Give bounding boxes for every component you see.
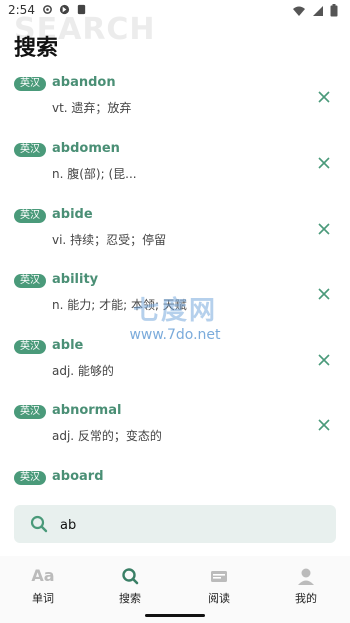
tab-label: 阅读: [208, 592, 230, 605]
word: abdomen: [52, 141, 120, 156]
wifi-icon: [293, 6, 305, 16]
tab-label: 搜索: [119, 592, 141, 605]
close-icon[interactable]: [316, 89, 332, 105]
system-icons: [292, 4, 338, 17]
close-icon[interactable]: [316, 286, 332, 302]
tab-search[interactable]: 搜索: [100, 566, 160, 610]
definition: vi. 持续；忍受；停留: [52, 233, 167, 247]
definition: adj. 能够的: [52, 364, 114, 378]
dict-tag: 英汉: [14, 405, 46, 419]
list-item[interactable]: 英汉 abnormal adj. 反常的；变态的: [0, 403, 350, 471]
page-title: 搜索: [14, 36, 59, 61]
list-item[interactable]: 英汉 abdomen n. 腹(部); (昆...: [0, 141, 350, 209]
list-item[interactable]: 英汉 abandon vt. 遗弃；放弃: [0, 75, 350, 143]
close-icon[interactable]: [316, 155, 332, 171]
list-item[interactable]: 英汉 able adj. 能够的: [0, 338, 350, 406]
tab-reading[interactable]: 阅读: [189, 566, 249, 610]
bottom-nav: Aa 单词 搜索 阅读 我的: [0, 556, 350, 623]
search-bar[interactable]: [14, 505, 336, 545]
definition: n. 能力; 才能; 本领; 天赋: [52, 298, 187, 312]
dict-tag: 英汉: [14, 77, 46, 91]
dict-tag: 英汉: [14, 274, 46, 288]
tab-words[interactable]: Aa 单词: [13, 566, 73, 610]
user-icon: [298, 568, 314, 585]
word: able: [52, 338, 84, 353]
close-icon[interactable]: [316, 221, 332, 237]
word: abide: [52, 207, 93, 222]
home-indicator[interactable]: [145, 614, 205, 617]
tab-profile[interactable]: 我的: [276, 566, 336, 610]
tab-label: 单词: [32, 592, 54, 605]
search-icon: [122, 568, 139, 585]
definition: n. 腹(部); (昆...: [52, 167, 137, 181]
aa-icon: Aa: [31, 566, 55, 585]
tab-label: 我的: [295, 592, 317, 605]
dict-tag: 英汉: [14, 340, 46, 354]
book-icon: [211, 571, 227, 582]
close-icon[interactable]: [316, 417, 332, 433]
word: ability: [52, 272, 99, 287]
dict-tag: 英汉: [14, 209, 46, 223]
word: aboard: [52, 469, 104, 484]
list-item[interactable]: 英汉 abide vi. 持续；忍受；停留: [0, 207, 350, 275]
search-input[interactable]: [58, 505, 322, 545]
word: abnormal: [52, 403, 122, 418]
list-item[interactable]: 英汉 ability n. 能力; 才能; 本领; 天赋: [0, 272, 350, 340]
word: abandon: [52, 75, 116, 90]
list-item[interactable]: 英汉 aboard: [0, 469, 350, 497]
signal-icon: [313, 5, 323, 16]
dict-tag: 英汉: [14, 471, 46, 485]
battery-icon: [330, 4, 338, 17]
dict-tag: 英汉: [14, 143, 46, 157]
search-icon: [30, 515, 48, 533]
close-icon[interactable]: [316, 352, 332, 368]
definition: adj. 反常的；变态的: [52, 429, 162, 443]
definition: vt. 遗弃；放弃: [52, 101, 132, 115]
